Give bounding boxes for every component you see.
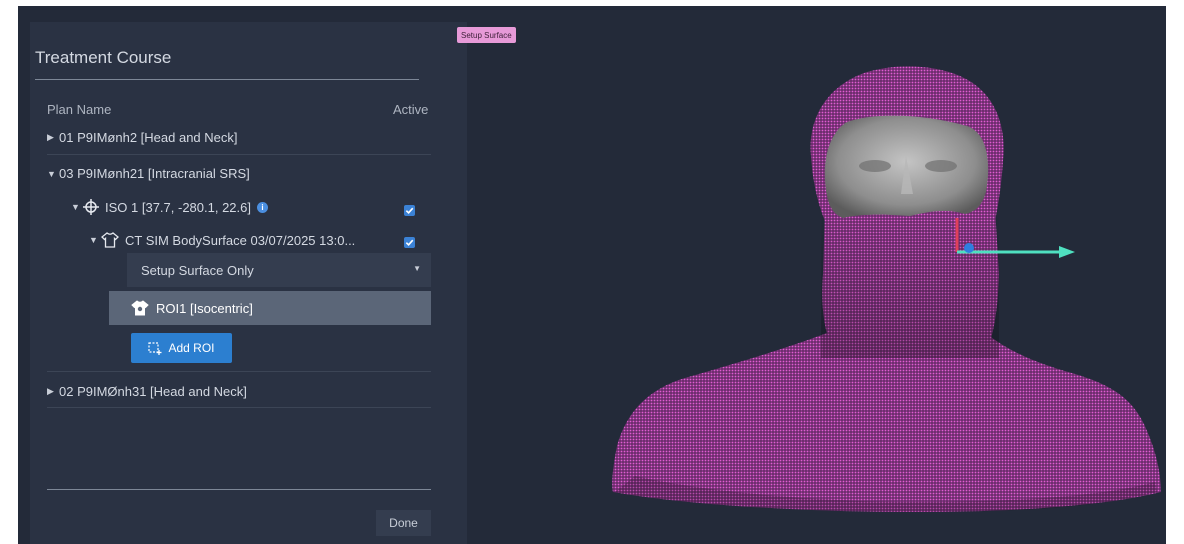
plan-label: 01 P9IMønh2 [Head and Neck] [59, 130, 238, 145]
plan-label: 03 P9IMønh21 [Intracranial SRS] [59, 166, 250, 181]
surface-active-checkbox[interactable] [404, 237, 415, 248]
surface-row[interactable]: ▼ CT SIM BodySurface 03/07/2025 13:0... [89, 232, 409, 248]
surface-mode-value: Setup Surface Only [141, 262, 254, 278]
footer-divider [47, 489, 431, 490]
plan-name-header: Plan Name [47, 102, 112, 117]
iso-active-checkbox[interactable] [404, 205, 415, 216]
collapse-triangle-icon[interactable]: ▼ [71, 202, 83, 212]
body-surface-icon [101, 232, 121, 248]
expand-triangle-icon[interactable]: ▶ [47, 386, 59, 397]
axis-z [964, 243, 974, 253]
panel-title: Treatment Course [35, 48, 172, 67]
surface-render [612, 66, 1161, 512]
iso-row[interactable]: ▼ ISO 1 [37.7, -280.1, 22.6] i [71, 199, 411, 215]
collapse-triangle-icon[interactable]: ▼ [89, 235, 101, 245]
surface-label: CT SIM BodySurface 03/07/2025 13:0... [125, 232, 356, 248]
axis-x-arrow-icon [1059, 246, 1075, 258]
active-header: Active [393, 102, 429, 117]
done-button[interactable]: Done [376, 510, 431, 536]
roi-row-selected[interactable]: ROI1 [Isocentric] [109, 291, 431, 325]
expand-triangle-icon[interactable]: ▶ [47, 132, 59, 143]
add-roi-label: Add ROI [168, 341, 215, 355]
app-window: Treatment Course Plan Name Active ▶ 01 P… [18, 6, 1166, 544]
info-icon[interactable]: i [256, 201, 268, 213]
row-divider [47, 154, 431, 155]
iso-label: ISO 1 [37.7, -280.1, 22.6] [105, 199, 251, 215]
crosshair-icon [83, 199, 101, 215]
title-divider [35, 79, 419, 80]
plan-row-02[interactable]: ▶ 02 P9IMØnh31 [Head and Neck] [47, 384, 431, 399]
add-region-icon [148, 341, 162, 355]
row-divider [47, 371, 431, 372]
plan-row-03[interactable]: ▼ 03 P9IMønh21 [Intracranial SRS] [47, 166, 431, 181]
surface-mode-select[interactable]: Setup Surface Only ▼ [127, 253, 431, 287]
row-divider [47, 407, 431, 408]
collapse-triangle-icon[interactable]: ▼ [47, 169, 59, 179]
plan-label: 02 P9IMØnh31 [Head and Neck] [59, 384, 247, 399]
add-roi-button[interactable]: Add ROI [131, 333, 232, 363]
3d-viewport[interactable]: Setup Surface [455, 6, 1166, 544]
roi-label: ROI1 [Isocentric] [156, 300, 253, 316]
dropdown-caret-icon: ▼ [413, 264, 421, 273]
plan-row-01[interactable]: ▶ 01 P9IMønh2 [Head and Neck] [47, 130, 431, 145]
roi-body-icon [131, 300, 151, 316]
